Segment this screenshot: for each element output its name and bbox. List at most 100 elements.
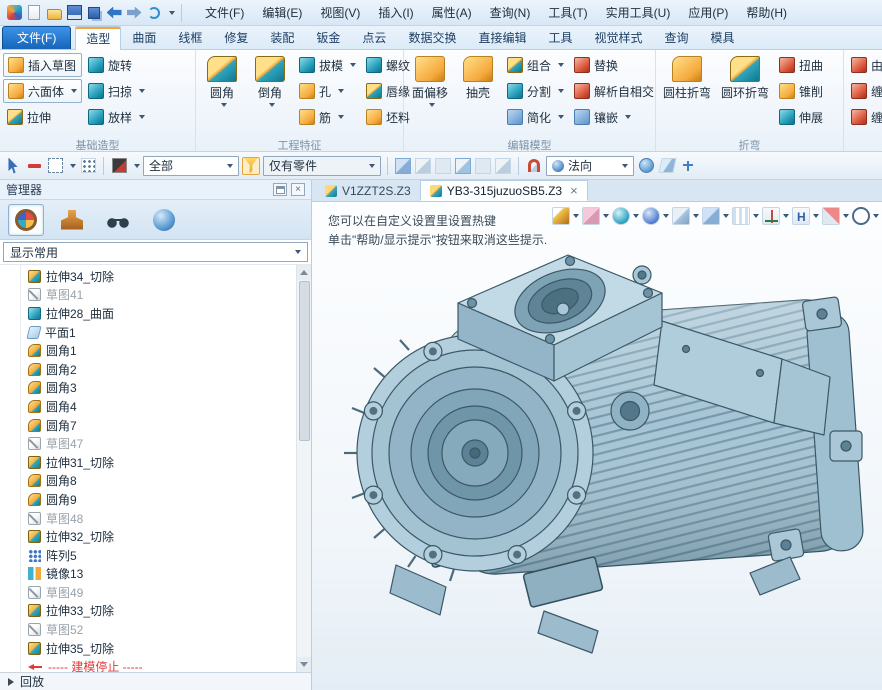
ribbon-tab[interactable]: 视觉样式 [583, 25, 653, 49]
close-tab-icon[interactable]: × [570, 184, 578, 197]
snap-magnet-icon[interactable] [525, 157, 543, 175]
scrollbar-thumb[interactable] [299, 281, 310, 441]
quick-display-icon[interactable] [494, 157, 512, 175]
viewport[interactable]: V1ZZT2S.Z3 × YB3-315juzuoSB5.Z3 × [312, 180, 882, 690]
regen-icon[interactable] [145, 4, 163, 22]
scroll-up-arrow-icon[interactable] [297, 265, 311, 280]
tree-item[interactable]: 草图47 [4, 434, 296, 453]
tree-filter-select[interactable]: 显示常用 [3, 242, 308, 262]
wireframe-display-icon[interactable] [414, 157, 432, 175]
layer-manager-tab[interactable] [54, 204, 90, 236]
toolbar-options-caret-icon[interactable] [169, 11, 175, 15]
chamfer-button[interactable]: 倒角 [247, 52, 293, 107]
ribbon-tab[interactable]: 造型 [75, 26, 121, 50]
scope-filter-select[interactable]: 仅有零件 [263, 156, 381, 176]
taper-button[interactable]: 锥削 [775, 78, 827, 104]
section-display-icon[interactable] [474, 157, 492, 175]
tree-item[interactable]: 拉伸31_切除 [4, 453, 296, 472]
stretch-button[interactable]: 伸展 [775, 104, 827, 130]
shell-button[interactable]: 抽壳 [455, 52, 501, 101]
ribbon-tab[interactable]: 数据交换 [397, 25, 467, 49]
tree-scrollbar[interactable] [296, 265, 311, 672]
sweep-button[interactable]: 扫掠 [84, 78, 149, 104]
toroidal-bend-button[interactable]: 圆环折弯 [717, 52, 773, 101]
insert-sketch-button[interactable]: 插入草图 [3, 53, 82, 77]
undo-icon[interactable] [105, 4, 123, 22]
ribbon-tab[interactable]: 直接编辑 [467, 25, 537, 49]
filter-icon[interactable] [242, 157, 260, 175]
document-tab[interactable]: YB3-315juzuoSB5.Z3 × [420, 180, 588, 201]
tree-item[interactable]: 圆角2 [4, 360, 296, 379]
menu-item[interactable]: 插入(I) [369, 0, 422, 25]
add-view-icon[interactable] [679, 157, 697, 175]
normal-direction-select[interactable]: 法向 [546, 156, 634, 176]
tree-item[interactable]: 平面1 [4, 323, 296, 342]
normal-to-face-icon[interactable] [637, 157, 655, 175]
app-logo[interactable] [5, 4, 23, 22]
menu-item[interactable]: 工具(T) [539, 0, 596, 25]
heal-self-intersection-button[interactable]: 解析自相交 [570, 78, 658, 104]
tree-item[interactable]: ----- 建模停止 ----- [4, 657, 296, 672]
ribbon-tab[interactable]: 模具 [700, 25, 746, 49]
cylindrical-bend-button[interactable]: 圆柱折弯 [659, 52, 715, 101]
hidden-line-icon[interactable] [434, 157, 452, 175]
tree-item[interactable]: 圆角7 [4, 416, 296, 435]
hole-button[interactable]: 孔 [295, 78, 360, 104]
align-plane-icon[interactable] [658, 157, 676, 175]
replay-section[interactable]: 回放 [0, 672, 311, 690]
tree-item[interactable]: 草图48 [4, 509, 296, 528]
select-cursor-icon[interactable] [4, 157, 22, 175]
partial-ribbon-button[interactable]: 由线 [847, 52, 882, 78]
draft-button[interactable]: 拔模 [295, 52, 360, 78]
ribbon-tab[interactable]: 线框 [167, 25, 213, 49]
history-manager-tab[interactable] [8, 204, 44, 236]
tree-item[interactable]: 草图49 [4, 583, 296, 602]
scroll-down-arrow-icon[interactable] [297, 657, 311, 672]
pick-box-icon[interactable] [46, 157, 64, 175]
menu-item[interactable]: 视图(V) [311, 0, 369, 25]
rib-button[interactable]: 筋 [295, 104, 360, 130]
document-tab[interactable]: V1ZZT2S.Z3 × [316, 180, 420, 201]
deselect-minus-icon[interactable] [25, 157, 43, 175]
tree-item[interactable]: 拉伸28_曲面 [4, 304, 296, 323]
tree-item[interactable]: 圆角4 [4, 397, 296, 416]
menu-item[interactable]: 属性(A) [423, 0, 481, 25]
ribbon-tab[interactable]: 工具 [537, 25, 583, 49]
tree-item[interactable]: 圆角1 [4, 341, 296, 360]
tree-item[interactable]: 草图52 [4, 620, 296, 639]
fillet-button[interactable]: 圆角 [199, 52, 245, 107]
ribbon-tab[interactable]: 装配 [259, 25, 305, 49]
new-file-icon[interactable] [25, 4, 43, 22]
partial-ribbon-button[interactable]: 缠绕 [847, 104, 882, 130]
color-filter-icon[interactable] [110, 157, 128, 175]
tree-item[interactable]: 草图41 [4, 286, 296, 305]
redo-icon[interactable] [125, 4, 143, 22]
open-folder-icon[interactable] [45, 4, 63, 22]
save-icon[interactable] [65, 4, 83, 22]
tree-item[interactable]: 阵列5 [4, 546, 296, 565]
shaded-display-icon[interactable] [394, 157, 412, 175]
ribbon-tab[interactable]: 曲面 [121, 25, 167, 49]
extrude-button[interactable]: 拉伸 [3, 104, 82, 130]
tree-item[interactable]: 拉伸34_切除 [4, 267, 296, 286]
revolve-button[interactable]: 旋转 [84, 52, 149, 78]
close-panel-button[interactable]: × [291, 183, 305, 196]
menu-item[interactable]: 文件(F) [196, 0, 253, 25]
menu-item[interactable]: 应用(P) [679, 0, 737, 25]
view-manager-tab[interactable] [146, 204, 182, 236]
menu-item[interactable]: 帮助(H) [737, 0, 796, 25]
tree-item[interactable]: 圆角9 [4, 490, 296, 509]
tree-item[interactable]: 圆角8 [4, 472, 296, 491]
tree-item[interactable]: 拉伸33_切除 [4, 602, 296, 621]
pick-box-caret-icon[interactable] [70, 164, 76, 168]
partial-ribbon-button[interactable]: 缠绕 [847, 78, 882, 104]
tree-item[interactable]: 拉伸35_切除 [4, 639, 296, 658]
tree-item[interactable]: 圆角3 [4, 379, 296, 398]
file-menu-button[interactable]: 文件(F) [2, 26, 71, 49]
transparent-display-icon[interactable] [454, 157, 472, 175]
entity-filter-select[interactable]: 全部 [143, 156, 239, 176]
ribbon-tab[interactable]: 查询 [654, 25, 700, 49]
combine-button[interactable]: 组合 [503, 52, 568, 78]
menu-item[interactable]: 实用工具(U) [597, 0, 680, 25]
face-offset-button[interactable]: 面偏移 [407, 52, 453, 107]
